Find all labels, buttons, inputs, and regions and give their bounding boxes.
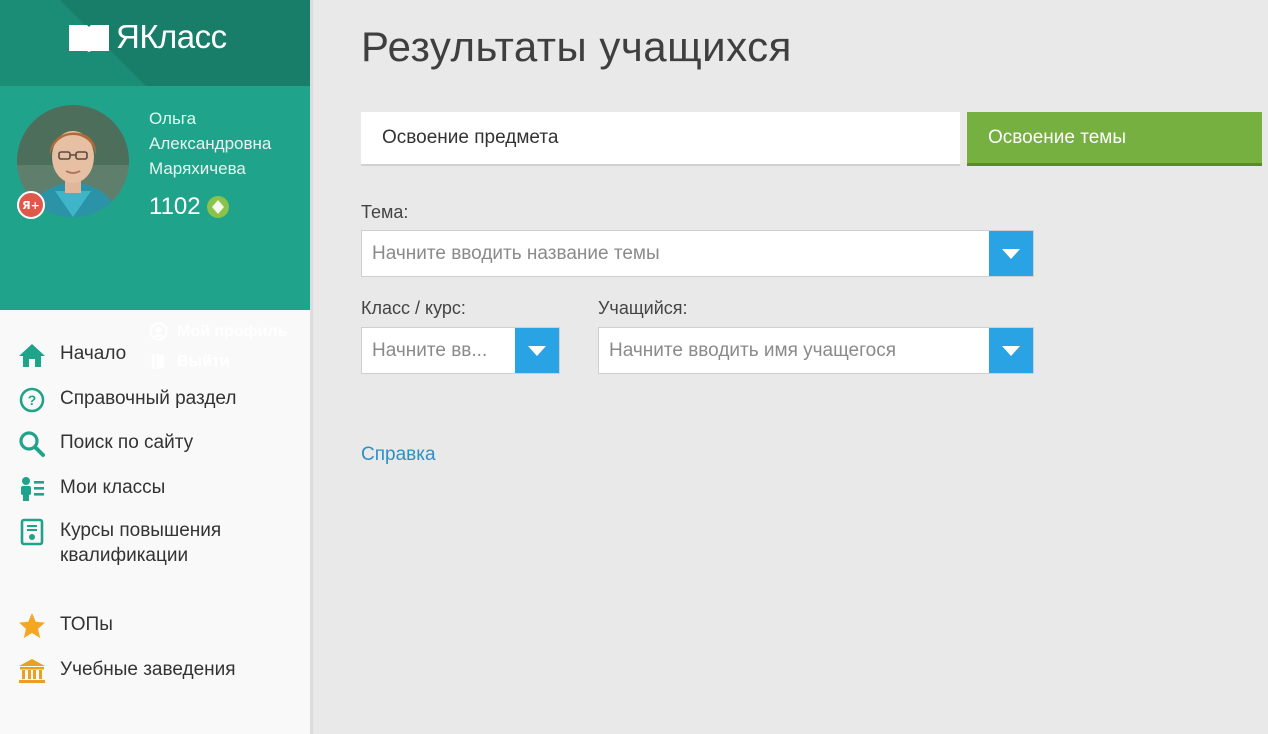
nav-item-courses-label: Курсы повышения квалификации bbox=[60, 520, 222, 566]
search-icon bbox=[18, 430, 46, 458]
topic-dropdown-button[interactable] bbox=[989, 231, 1033, 276]
chevron-down-icon bbox=[1002, 345, 1020, 356]
topic-label: Тема: bbox=[361, 202, 409, 222]
my-profile-link[interactable]: Мой профиль bbox=[149, 322, 287, 341]
logout-door-icon bbox=[151, 353, 165, 370]
points-counter: 1102 bbox=[149, 193, 229, 221]
topic-input[interactable] bbox=[362, 231, 989, 276]
nav-item-my-classes[interactable]: Мои классы bbox=[18, 475, 165, 503]
student-input[interactable] bbox=[599, 328, 989, 373]
student-label: Учащийся: bbox=[598, 298, 688, 318]
logo-bar: ЯКласс bbox=[0, 0, 310, 86]
premium-badge: Я+ bbox=[17, 191, 45, 219]
main-content: Результаты учащихся Освоение предмета Ос… bbox=[316, 0, 1268, 734]
help-link[interactable]: Справка bbox=[361, 444, 436, 466]
book-icon bbox=[69, 25, 109, 52]
star-icon bbox=[18, 612, 46, 640]
topic-combobox bbox=[361, 230, 1034, 277]
nav-item-home[interactable]: Начало bbox=[18, 341, 126, 369]
nav-item-institutions[interactable]: Учебные заведения bbox=[18, 657, 236, 685]
student-dropdown-button[interactable] bbox=[989, 328, 1033, 373]
sidebar: ЯКласс Я+ Ольга Александровна Маряхичева… bbox=[0, 0, 313, 734]
diamond-icon bbox=[206, 196, 229, 218]
student-combobox bbox=[598, 327, 1034, 374]
page-title: Результаты учащихся bbox=[361, 23, 792, 70]
profile-panel: Я+ Ольга Александровна Маряхичева 1102 М… bbox=[0, 86, 310, 370]
certificate-icon bbox=[18, 518, 46, 546]
class-dropdown-button[interactable] bbox=[515, 328, 559, 373]
logo-text: ЯКласс bbox=[116, 18, 227, 55]
svg-text:?: ? bbox=[28, 392, 37, 408]
nav-item-courses[interactable]: Курсы повышения квалификации bbox=[18, 518, 221, 568]
class-combobox bbox=[361, 327, 560, 374]
logout-link[interactable]: Выйти bbox=[149, 352, 230, 371]
nav-item-tops[interactable]: ТОПы bbox=[18, 612, 113, 640]
home-icon bbox=[18, 341, 46, 369]
classes-icon bbox=[18, 475, 46, 503]
chevron-down-icon bbox=[1002, 248, 1020, 259]
site-logo[interactable]: ЯКласс bbox=[68, 18, 227, 56]
user-circle-icon bbox=[149, 322, 168, 341]
institution-icon bbox=[18, 657, 46, 685]
class-label: Класс / курс: bbox=[361, 298, 466, 318]
class-input[interactable] bbox=[362, 328, 515, 373]
user-name: Ольга Александровна Маряхичева bbox=[149, 109, 272, 178]
nav-item-partial bbox=[18, 726, 44, 734]
chevron-down-icon bbox=[528, 345, 546, 356]
tab-topic-mastery[interactable]: Освоение темы bbox=[967, 112, 1262, 166]
points-value: 1102 bbox=[149, 193, 201, 220]
question-circle-icon: ? bbox=[18, 386, 46, 414]
nav-item-search[interactable]: Поиск по сайту bbox=[18, 430, 193, 458]
tab-subject-mastery[interactable]: Освоение предмета bbox=[361, 112, 960, 166]
nav-item-reference[interactable]: ? Справочный раздел bbox=[18, 386, 236, 414]
